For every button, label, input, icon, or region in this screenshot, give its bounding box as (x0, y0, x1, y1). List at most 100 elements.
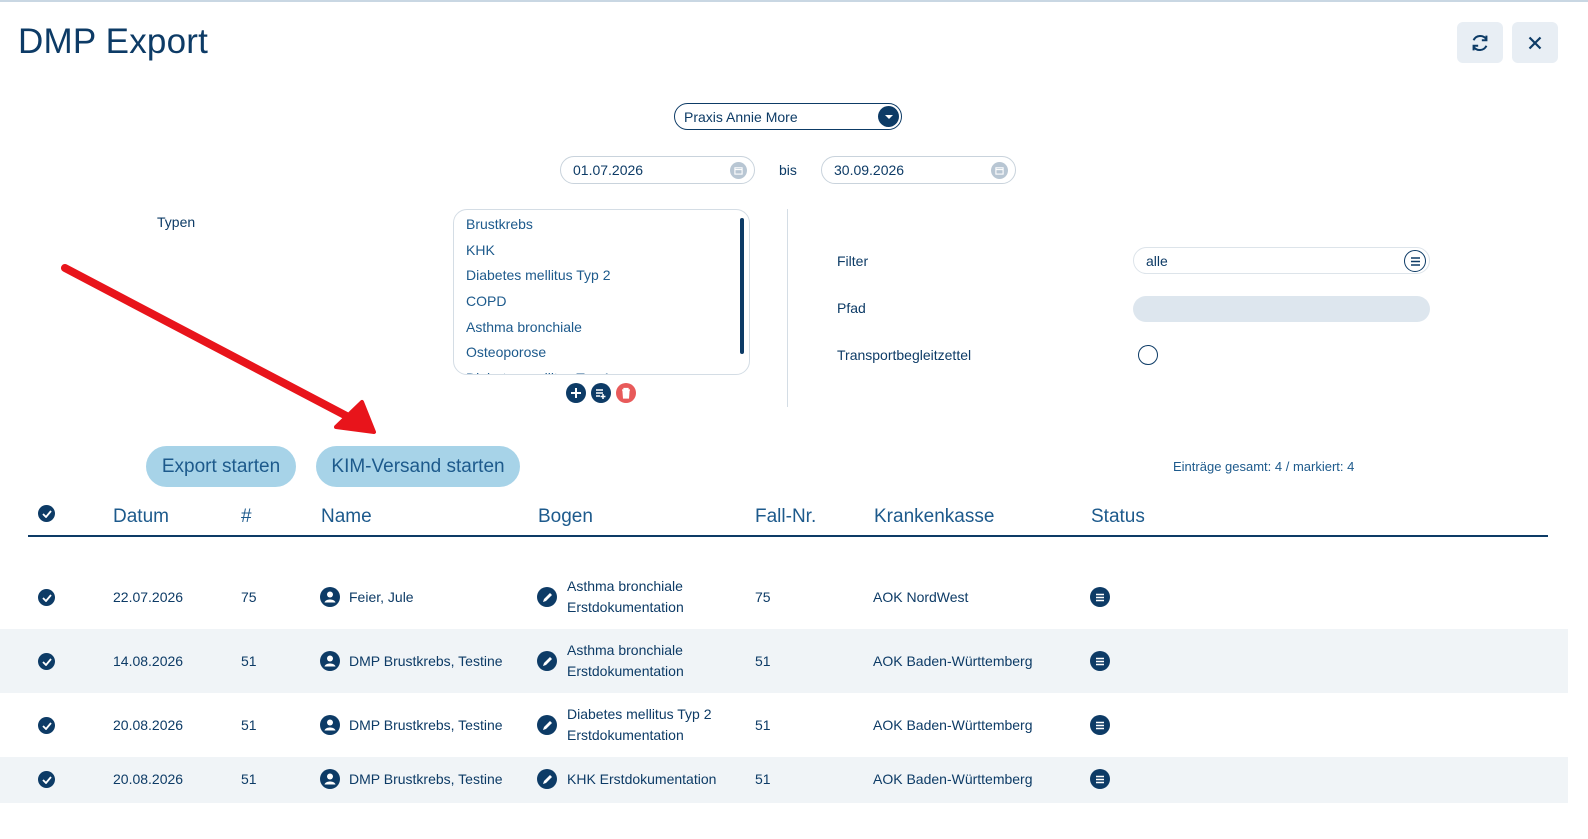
praxis-select-value: Praxis Annie More (684, 108, 798, 125)
top-border (0, 0, 1588, 2)
row-name[interactable]: Feier, Jule (349, 589, 414, 605)
column-header-number[interactable]: # (241, 506, 252, 528)
column-header-bogen[interactable]: Bogen (538, 506, 593, 528)
column-header-krankenkasse[interactable]: Krankenkasse (874, 506, 994, 528)
row-fall-nr: 51 (755, 771, 771, 787)
row-bogen-line1: KHK Erstdokumentation (567, 771, 717, 787)
filter-value: alle (1146, 252, 1168, 269)
typen-scrollbar[interactable] (740, 218, 744, 354)
typen-item[interactable]: COPD (454, 288, 749, 314)
patient-icon[interactable] (320, 587, 340, 607)
status-icon[interactable] (1090, 587, 1110, 607)
patient-icon[interactable] (320, 715, 340, 735)
row-fall-nr: 75 (755, 589, 771, 605)
row-krankenkasse: AOK NordWest (873, 589, 969, 605)
row-bogen[interactable]: Asthma bronchiale Erstdokumentation (567, 576, 684, 618)
patient-icon[interactable] (320, 769, 340, 789)
column-header-datum[interactable]: Datum (113, 506, 169, 528)
row-datum: 20.08.2026 (113, 717, 184, 733)
row-datum: 14.08.2026 (113, 653, 184, 669)
row-name[interactable]: DMP Brustkrebs, Testine (349, 653, 503, 669)
row-bogen-line1: Asthma bronchiale (567, 642, 683, 658)
date-to-input[interactable]: 30.09.2026 (821, 156, 1016, 184)
calendar-icon[interactable] (991, 162, 1008, 179)
row-krankenkasse: AOK Baden-Württemberg (873, 653, 1033, 669)
column-header-status[interactable]: Status (1091, 506, 1145, 528)
select-all-checkbox[interactable] (38, 505, 55, 522)
typen-item[interactable]: Asthma bronchiale (454, 314, 749, 340)
row-fall-nr: 51 (755, 653, 771, 669)
date-from-input[interactable]: 01.07.2026 (560, 156, 755, 184)
status-icon[interactable] (1090, 715, 1110, 735)
row-bogen-line1: Diabetes mellitus Typ 2 (567, 706, 712, 722)
transport-radio[interactable] (1138, 345, 1158, 365)
typen-item[interactable]: Brustkrebs (454, 211, 749, 237)
page-title: DMP Export (18, 22, 209, 61)
praxis-select[interactable]: Praxis Annie More (674, 103, 902, 130)
status-icon[interactable] (1090, 769, 1110, 789)
row-bogen[interactable]: Asthma bronchiale Erstdokumentation (567, 640, 684, 682)
typen-item[interactable]: Diabetes mellitus Typ 2 (454, 262, 749, 288)
pfad-label: Pfad (837, 300, 866, 316)
export-start-button[interactable]: Export starten (146, 446, 296, 487)
check-icon (41, 775, 52, 784)
typen-item[interactable]: Osteoporose (454, 339, 749, 365)
close-icon (1528, 36, 1542, 49)
refresh-icon (1472, 34, 1488, 51)
kim-versand-button[interactable]: KIM-Versand starten (316, 446, 520, 487)
status-icon[interactable] (1090, 651, 1110, 671)
row-bogen-line2: Erstdokumentation (567, 599, 684, 615)
row-checkbox[interactable] (38, 771, 55, 788)
edit-icon[interactable] (537, 715, 557, 735)
date-separator: bis (779, 162, 797, 178)
row-bogen-line2: Erstdokumentation (567, 663, 684, 679)
date-from-value: 01.07.2026 (573, 162, 644, 178)
row-bogen[interactable]: Diabetes mellitus Typ 2 Erstdokumentatio… (567, 704, 711, 746)
table-row[interactable]: 22.07.2026 75 Feier, Jule Asthma bronchi… (0, 565, 1568, 629)
add-type-button[interactable] (566, 383, 586, 403)
check-icon (41, 509, 52, 518)
filter-label: Filter (837, 253, 869, 269)
typen-listbox[interactable]: Brustkrebs KHK Diabetes mellitus Typ 2 C… (453, 209, 750, 375)
table-row[interactable]: 20.08.2026 51 DMP Brustkrebs, Testine Di… (0, 693, 1568, 757)
row-bogen[interactable]: KHK Erstdokumentation (567, 769, 716, 790)
pfad-input[interactable] (1133, 296, 1430, 322)
add-to-list-button[interactable] (591, 383, 611, 403)
refresh-button[interactable] (1457, 22, 1503, 63)
table-row[interactable]: 20.08.2026 51 DMP Brustkrebs, Testine KH… (0, 757, 1568, 803)
row-checkbox[interactable] (38, 653, 55, 670)
typen-item[interactable]: Diabetes mellitus Typ 1 (454, 365, 749, 374)
edit-icon[interactable] (537, 651, 557, 671)
patient-icon[interactable] (320, 651, 340, 671)
trash-icon (622, 387, 630, 399)
row-number: 51 (241, 717, 257, 733)
row-krankenkasse: AOK Baden-Württemberg (873, 717, 1033, 733)
typen-item[interactable]: KHK (454, 237, 749, 263)
row-bogen-line2: Erstdokumentation (567, 727, 684, 743)
row-name[interactable]: DMP Brustkrebs, Testine (349, 771, 503, 787)
table-row[interactable]: 14.08.2026 51 DMP Brustkrebs, Testine As… (0, 629, 1568, 693)
delete-type-button[interactable] (616, 383, 636, 403)
filter-select[interactable]: alle (1133, 247, 1430, 274)
row-checkbox[interactable] (38, 717, 55, 734)
entries-summary: Einträge gesamt: 4 / markiert: 4 (1173, 459, 1355, 474)
list-add-icon (596, 389, 606, 399)
calendar-icon[interactable] (730, 162, 747, 179)
row-number: 51 (241, 771, 257, 787)
row-name[interactable]: DMP Brustkrebs, Testine (349, 717, 503, 733)
column-header-fall-nr[interactable]: Fall-Nr. (755, 506, 816, 528)
row-checkbox[interactable] (38, 589, 55, 606)
column-header-name[interactable]: Name (321, 506, 372, 528)
edit-icon[interactable] (537, 587, 557, 607)
list-icon[interactable] (1404, 250, 1426, 272)
check-icon (41, 721, 52, 730)
edit-icon[interactable] (537, 769, 557, 789)
typen-label: Typen (157, 214, 196, 230)
close-button[interactable] (1512, 22, 1558, 63)
check-icon (41, 593, 52, 602)
chevron-down-icon (878, 106, 899, 127)
row-krankenkasse: AOK Baden-Württemberg (873, 771, 1033, 787)
row-number: 51 (241, 653, 257, 669)
check-icon (41, 657, 52, 666)
table-header-divider (28, 535, 1548, 537)
